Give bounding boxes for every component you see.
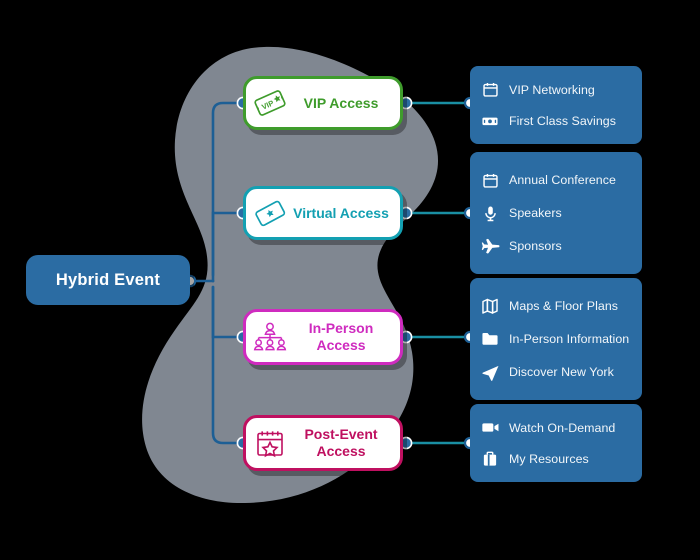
- wire-trunk-to-postevent: [211, 285, 245, 445]
- calendar-star-icon: [246, 418, 290, 468]
- root-node-label: Hybrid Event: [55, 270, 161, 289]
- vip-ticket-icon: VIP: [246, 79, 290, 127]
- branch-node-vip-access[interactable]: VIP VIP Access: [243, 76, 403, 130]
- map-icon: [480, 296, 500, 316]
- list-item[interactable]: VIP Networking: [480, 74, 636, 105]
- list-item-label: Sponsors: [509, 239, 562, 253]
- calendar-icon: [480, 80, 500, 100]
- detail-panel-vip-access: VIP Networking First Class Savings: [470, 66, 642, 144]
- org-chart-people-icon: [246, 312, 290, 362]
- list-item[interactable]: Annual Conference: [480, 164, 636, 197]
- list-item[interactable]: Maps & Floor Plans: [480, 290, 636, 323]
- briefcase-icon: [480, 449, 500, 469]
- list-item[interactable]: My Resources: [480, 443, 636, 474]
- video-camera-icon: [480, 418, 500, 438]
- list-item[interactable]: First Class Savings: [480, 105, 636, 136]
- wire-trunk-to-inperson: [211, 285, 245, 339]
- list-item[interactable]: Speakers: [480, 197, 636, 230]
- branch-node-post-event-access-label: Post-Event Access: [304, 426, 378, 459]
- list-item-label: In-Person Information: [509, 332, 630, 346]
- airplane-icon: [480, 236, 500, 256]
- connector-dots-filled: [183, 96, 413, 450]
- list-item[interactable]: Discover New York: [480, 356, 636, 389]
- wire-trunk-to-vip: [211, 101, 245, 283]
- list-item-label: Discover New York: [509, 365, 614, 379]
- folder-icon: [480, 329, 500, 349]
- branch-node-virtual-access-label: Virtual Access: [293, 204, 389, 221]
- branch-node-in-person-access-label: In-Person Access: [308, 320, 374, 353]
- root-node-hybrid-event[interactable]: Hybrid Event: [26, 255, 190, 305]
- microphone-icon: [480, 203, 500, 223]
- list-item-label: Watch On-Demand: [509, 420, 616, 435]
- branch-node-virtual-access[interactable]: Virtual Access: [243, 186, 403, 240]
- list-item[interactable]: Sponsors: [480, 230, 636, 263]
- calendar-icon: [480, 170, 500, 190]
- star-ticket-icon: [246, 189, 290, 237]
- list-item[interactable]: In-Person Information: [480, 323, 636, 356]
- branch-node-in-person-access[interactable]: In-Person Access: [243, 309, 403, 365]
- list-item[interactable]: Watch On-Demand: [480, 412, 636, 443]
- mind-map-canvas: Hybrid Event VIP VIP Access Virtual Acce…: [0, 0, 700, 560]
- navigation-arrow-icon: [480, 362, 500, 382]
- wire-trunk-to-virtual: [211, 211, 245, 277]
- detail-panel-virtual-access: Annual Conference Speakers Sponsors: [470, 152, 642, 274]
- list-item-label: My Resources: [509, 451, 589, 466]
- branch-node-post-event-access[interactable]: Post-Event Access: [243, 415, 403, 471]
- branch-node-vip-access-label: VIP Access: [303, 94, 379, 111]
- list-item-label: VIP Networking: [509, 82, 595, 97]
- list-item-label: Speakers: [509, 206, 562, 220]
- list-item-label: Annual Conference: [509, 173, 616, 187]
- list-item-label: First Class Savings: [509, 113, 616, 128]
- detail-panel-post-event-access: Watch On-Demand My Resources: [470, 404, 642, 482]
- list-item-label: Maps & Floor Plans: [509, 299, 619, 313]
- detail-panel-in-person-access: Maps & Floor Plans In-Person Information…: [470, 278, 642, 400]
- money-bill-icon: [480, 111, 500, 131]
